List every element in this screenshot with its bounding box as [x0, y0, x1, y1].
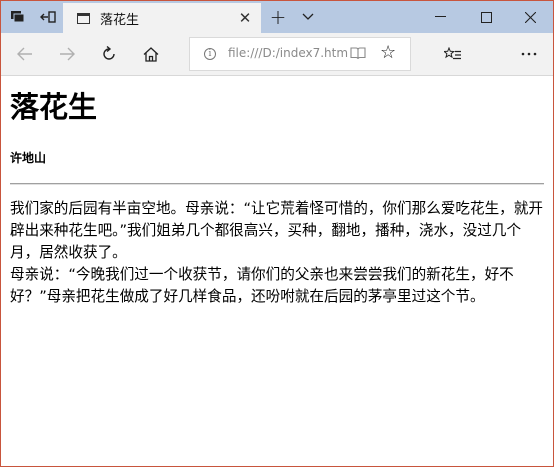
info-icon[interactable]: i [204, 48, 216, 60]
close-icon[interactable]: ✕ [233, 9, 257, 27]
tab-title: 落花生 [100, 12, 140, 28]
plus-icon[interactable]: + [263, 1, 293, 33]
window-close-icon[interactable] [507, 1, 553, 33]
navigation-bar: i file:///D:/index7.htm ☆ [1, 33, 553, 76]
page-icon [77, 12, 90, 24]
set-aside-tabs-icon[interactable] [33, 1, 63, 33]
page-title: 落花生 [10, 90, 98, 124]
address-bar[interactable]: i file:///D:/index7.htm ☆ [189, 37, 411, 71]
article-body: 我们家的后园有半亩空地。母亲说：“让它荒着怪可惜的，你们那么爱吃花生，就开辟出来… [10, 198, 546, 308]
back-arrow-icon[interactable] [5, 33, 45, 75]
star-icon[interactable]: ☆ [380, 42, 396, 63]
reading-view-icon[interactable] [350, 47, 366, 64]
home-icon[interactable] [131, 33, 171, 75]
minimize-icon[interactable] [417, 1, 463, 33]
favorites-hub-icon[interactable] [433, 33, 473, 75]
paragraph: 母亲说：“今晚我们过一个收获节，请你们的父亲也来尝尝我们的新花生，好不好？”母亲… [10, 266, 514, 305]
paragraph: 我们家的后园有半亩空地。母亲说：“让它荒着怪可惜的，你们那么爱吃花生，就开辟出来… [10, 200, 543, 261]
forward-arrow-icon[interactable] [47, 33, 87, 75]
address-url[interactable]: file:///D:/index7.htm [228, 46, 348, 60]
title-bar: 落花生 ✕ + [1, 1, 553, 33]
author-name: 许地山 [10, 151, 47, 165]
chevron-down-icon[interactable] [293, 1, 323, 33]
maximize-icon[interactable] [463, 1, 509, 33]
divider [10, 183, 544, 185]
more-icon[interactable] [509, 33, 549, 75]
refresh-icon[interactable] [89, 33, 129, 75]
tab-actions-icon[interactable] [3, 1, 33, 33]
page-content: 落花生 许地山 我们家的后园有半亩空地。母亲说：“让它荒着怪可惜的，你们那么爱吃… [1, 76, 553, 466]
browser-window: 落花生 ✕ + i file:///D:/index7.htm ☆ 落花生 许地… [0, 0, 554, 467]
tab-active[interactable]: 落花生 ✕ [63, 3, 261, 33]
